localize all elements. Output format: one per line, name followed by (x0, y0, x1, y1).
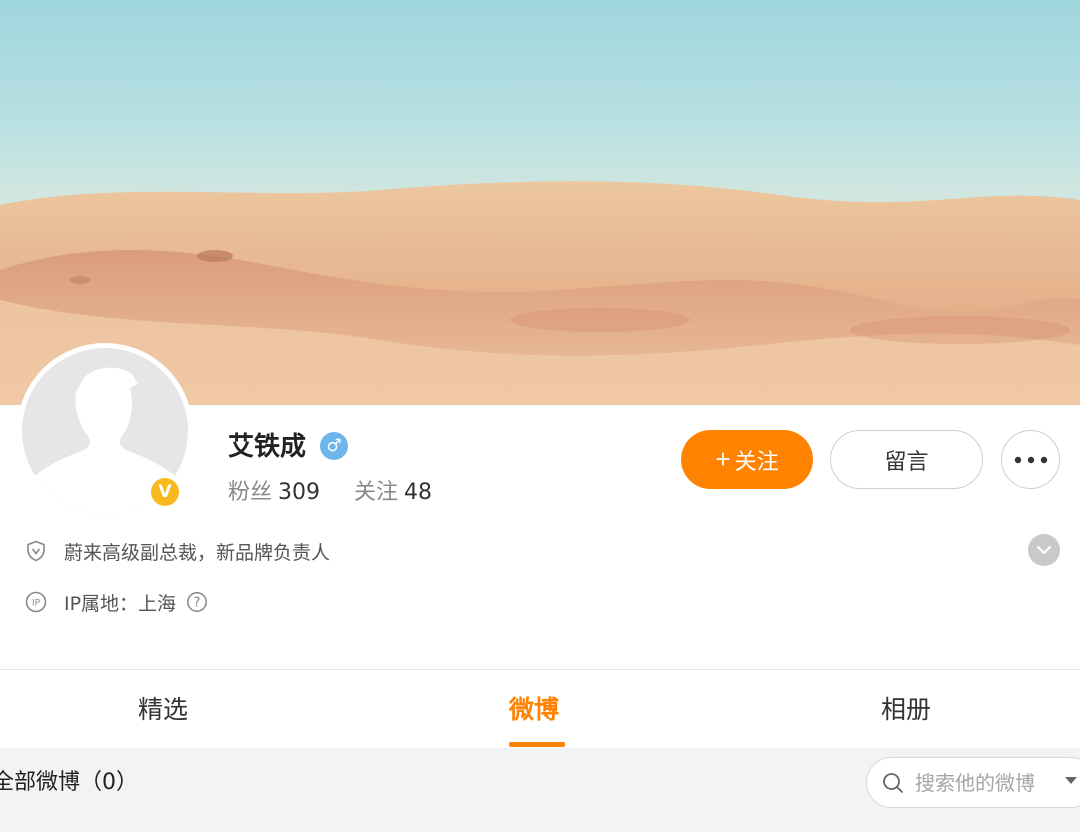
plus-icon: + (715, 444, 731, 474)
chevron-down-icon (1036, 545, 1052, 555)
tab-album[interactable]: 相册 (881, 692, 931, 728)
follow-label: 关注 (734, 448, 779, 474)
all-posts-label[interactable]: 全部微博（0） (0, 767, 138, 799)
divider (0, 669, 1080, 670)
svg-text:?: ? (194, 596, 201, 611)
more-button[interactable] (1001, 430, 1060, 489)
expand-button[interactable] (1028, 534, 1060, 566)
verification-info: 蔚来高级副总裁，新品牌负责人 (24, 536, 330, 566)
profile-stats: 粉丝 309 关注 48 (228, 478, 432, 508)
shield-icon (27, 540, 45, 562)
following-count: 48 (404, 480, 433, 505)
active-tab-indicator (509, 742, 565, 747)
search-box[interactable] (866, 757, 1080, 808)
tab-featured[interactable]: 精选 (138, 692, 188, 728)
ip-location-info: IP IP属地：上海 ? (24, 587, 208, 617)
verification-text: 蔚来高级副总裁，新品牌负责人 (64, 541, 331, 564)
search-icon (883, 772, 903, 793)
following-label: 关注 (354, 480, 399, 505)
ip-location-text: IP属地：上海 (64, 592, 177, 615)
male-icon: ♂ (320, 432, 348, 460)
followers-stat[interactable]: 粉丝 309 (228, 480, 320, 505)
verified-v-icon: V (151, 478, 179, 506)
following-stat[interactable]: 关注 48 (354, 480, 432, 505)
cover-banner (0, 0, 1080, 405)
search-input[interactable] (915, 770, 1065, 795)
svg-text:IP: IP (32, 599, 41, 609)
message-button[interactable]: 留言 (830, 430, 983, 489)
followers-count: 309 (278, 480, 321, 505)
ip-icon: IP (25, 591, 47, 613)
tab-weibo[interactable]: 微博 (509, 692, 559, 728)
dropdown-arrow-icon[interactable] (1064, 776, 1078, 786)
more-dots-icon (1014, 456, 1047, 463)
verified-badge: V (148, 475, 182, 509)
profile-name: 艾铁成 (228, 432, 307, 462)
follow-button[interactable]: + 关注 (681, 430, 813, 489)
message-label: 留言 (884, 448, 929, 474)
help-icon[interactable]: ? (186, 591, 208, 613)
followers-label: 粉丝 (228, 480, 273, 505)
